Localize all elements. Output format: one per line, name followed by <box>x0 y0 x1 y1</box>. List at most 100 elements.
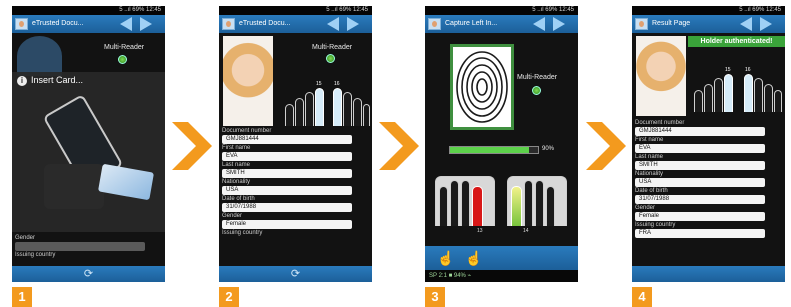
field-value: Female <box>635 212 765 221</box>
field-label: Last name <box>222 162 251 168</box>
hand-pointer-icon[interactable]: ☝ <box>437 250 454 267</box>
finger-highlighted <box>333 88 342 126</box>
finger-diagram: 15 16 <box>281 81 371 126</box>
field-value: SMITH <box>635 161 765 170</box>
info-icon: i <box>17 76 27 86</box>
field-value: EVA <box>222 152 352 161</box>
forward-arrow-icon[interactable] <box>140 17 152 31</box>
screen-title: eTrusted Docu... <box>32 20 84 27</box>
screen-title: Result Page <box>652 20 691 27</box>
finger-diagram: 13 14 <box>431 168 571 234</box>
forward-arrow-icon[interactable] <box>760 17 772 31</box>
document-fields: Document number GMJ881444 First name EVA… <box>635 120 765 239</box>
finger-shape <box>524 180 533 226</box>
phone-screen-2: 5 ..ıl 69% 12:45 eTrusted Docu... Multi-… <box>219 6 372 282</box>
finger-shape <box>295 98 304 126</box>
step-badge: 2 <box>219 287 239 307</box>
authenticated-banner: Holder authenticated! <box>688 36 785 47</box>
field-value <box>15 242 145 251</box>
app-icon <box>635 18 648 30</box>
finger-highlighted <box>724 74 733 112</box>
finger-shape <box>764 84 773 112</box>
finger-captured-red <box>472 186 483 226</box>
reader-sled <box>44 164 104 209</box>
back-arrow-icon[interactable] <box>533 17 545 31</box>
finger-highlighted <box>744 74 753 112</box>
field-value: USA <box>222 186 352 195</box>
finger-shape <box>353 98 362 126</box>
status-bar: 5 ..ıl 69% 12:45 <box>219 6 372 15</box>
field-value: EVA <box>635 144 765 153</box>
field-label: Nationality <box>635 171 664 177</box>
finger-shape <box>343 92 352 126</box>
finger-shape <box>774 90 782 112</box>
finger-highlighted <box>315 88 324 126</box>
status-bar: 5 ..ıl 69% 12:45 <box>425 6 578 15</box>
status-bar: 5 ..ıl 69% 12:45 <box>632 6 785 15</box>
progress-text: 90% <box>542 146 555 152</box>
field-label: Last name <box>635 154 664 160</box>
reader-led-icon <box>532 86 541 95</box>
app-icon <box>15 18 28 30</box>
finger-captured-green <box>511 186 522 226</box>
hand-pointer-icon[interactable]: ☝ <box>465 250 482 267</box>
finger-shape <box>535 180 544 226</box>
bottom-bar: ⟳ <box>12 266 165 282</box>
finger-shape <box>285 104 294 126</box>
field-label: Nationality <box>222 179 251 185</box>
finger-number-left: 13 <box>477 228 483 234</box>
finger-number-left: 15 <box>725 67 731 73</box>
field-label: Gender <box>222 213 243 219</box>
finger-shape <box>694 90 703 112</box>
photo-placeholder <box>17 36 62 76</box>
dialog-title: Insert Card... <box>31 75 84 85</box>
bottom-bar <box>632 266 785 282</box>
field-value: GMJ881444 <box>222 135 352 144</box>
refresh-icon[interactable]: ⟳ <box>290 268 302 280</box>
fingerprint-icon <box>456 51 508 123</box>
field-label: Gender <box>15 235 36 241</box>
field-value: SMITH <box>222 169 352 178</box>
field-value: 31/07/1988 <box>635 195 765 204</box>
step-badge: 1 <box>12 287 32 307</box>
chevron-right-icon <box>172 122 212 170</box>
screen-title: eTrusted Docu... <box>239 20 291 27</box>
app-icon <box>222 18 235 30</box>
progress-fill <box>450 147 530 153</box>
refresh-icon[interactable]: ⟳ <box>83 268 95 280</box>
field-value: Female <box>222 220 352 229</box>
action-bar: ☝ ☝ <box>425 246 578 270</box>
reader-label: Multi-Reader <box>104 44 145 51</box>
step-badge: 4 <box>632 287 652 307</box>
back-arrow-icon[interactable] <box>327 17 339 31</box>
title-bar: Capture Left In... <box>425 15 578 33</box>
back-arrow-icon[interactable] <box>740 17 752 31</box>
field-label: Gender <box>635 205 656 211</box>
phone-screen-4: 5 ..ıl 69% 12:45 Result Page Holder auth… <box>632 6 785 282</box>
app-icon <box>428 18 441 30</box>
field-label: Date of birth <box>635 188 668 194</box>
title-bar: Result Page <box>632 15 785 33</box>
card-reader-device <box>26 93 156 224</box>
screen-title: Capture Left In... <box>445 20 498 27</box>
field-label: Issuing country <box>222 230 263 236</box>
field-value: USA <box>635 178 765 187</box>
insert-card-dialog: i Insert Card... <box>12 72 165 232</box>
reader-label: Multi-Reader <box>517 74 558 81</box>
finger-shape <box>754 78 763 112</box>
phone-screen-1: 5 ..ıl 69% 12:45 eTrusted Docu... Multi-… <box>12 6 165 282</box>
reader-led-icon <box>118 55 127 64</box>
title-bar: eTrusted Docu... <box>12 15 165 33</box>
field-label: First name <box>222 145 251 151</box>
forward-arrow-icon[interactable] <box>553 17 565 31</box>
forward-arrow-icon[interactable] <box>347 17 359 31</box>
field-label: Document number <box>222 128 272 134</box>
field-label: Document number <box>635 120 685 126</box>
document-fields: Gender Issuing country <box>15 235 145 259</box>
capture-progress-bar <box>449 146 539 154</box>
chevron-right-icon <box>586 122 626 170</box>
back-arrow-icon[interactable] <box>120 17 132 31</box>
field-label: Issuing country <box>635 222 676 228</box>
field-value: GMJ881444 <box>635 127 765 136</box>
field-label: Date of birth <box>222 196 255 202</box>
